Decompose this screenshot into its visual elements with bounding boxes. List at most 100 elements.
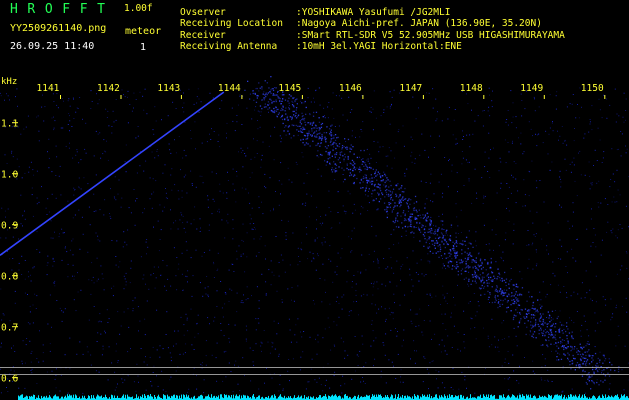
- noise-pixel: [430, 135, 432, 137]
- noise-pixel: [59, 390, 61, 392]
- noise-pixel: [72, 217, 74, 219]
- noise-pixel: [503, 320, 505, 322]
- noise-pixel: [608, 358, 610, 360]
- noise-pixel: [159, 345, 161, 347]
- noise-pixel: [104, 150, 106, 152]
- noise-pixel: [38, 140, 40, 142]
- noise-pixel: [0, 346, 2, 348]
- noise-pixel: [28, 166, 30, 168]
- noise-pixel: [194, 206, 196, 208]
- noise-pixel: [556, 359, 558, 361]
- baseline-bar: [22, 394, 23, 400]
- signal-echo-pixel: [415, 209, 417, 211]
- spectrogram-chart: kHz 1141 1142 1143 1144 1145 1146 1147 1148 1149…: [0, 75, 629, 400]
- noise-pixel: [42, 344, 44, 346]
- signal-echo-pixel: [363, 165, 365, 167]
- noise-pixel: [32, 267, 34, 269]
- signal-echo-pixel: [303, 144, 306, 146]
- noise-pixel: [127, 375, 129, 377]
- baseline-bar: [405, 395, 406, 400]
- noise-pixel: [528, 244, 530, 246]
- noise-pixel: [413, 236, 415, 238]
- signal-echo-pixel: [610, 369, 612, 371]
- noise-pixel: [375, 337, 377, 339]
- noise-pixel: [190, 170, 192, 172]
- baseline-bar: [507, 395, 508, 400]
- signal-echo-pixel: [362, 187, 364, 189]
- signal-echo-pixel: [344, 156, 346, 158]
- noise-pixel: [378, 151, 380, 153]
- noise-pixel: [607, 221, 609, 223]
- signal-echo-pixel: [410, 221, 412, 223]
- signal-echo-pixel: [518, 304, 520, 306]
- noise-pixel: [406, 168, 408, 170]
- noise-pixel: [614, 181, 616, 183]
- noise-pixel: [593, 228, 595, 229]
- noise-pixel: [334, 345, 336, 347]
- noise-pixel: [219, 108, 221, 110]
- signal-echo-pixel: [516, 311, 519, 314]
- signal-echo-pixel: [473, 260, 475, 262]
- noise-pixel: [371, 225, 373, 227]
- noise-pixel: [348, 315, 350, 316]
- noise-pixel: [164, 164, 166, 166]
- noise-pixel: [117, 311, 119, 313]
- noise-pixel: [292, 102, 294, 103]
- signal-echo-pixel: [544, 322, 546, 324]
- noise-pixel: [127, 122, 129, 124]
- noise-pixel: [0, 92, 1, 94]
- signal-echo-pixel: [434, 242, 436, 244]
- noise-pixel: [123, 231, 125, 233]
- noise-pixel: [151, 193, 153, 195]
- signal-echo-pixel: [331, 171, 334, 173]
- signal-echo-pixel: [349, 151, 351, 153]
- baseline-bar: [27, 396, 28, 400]
- signal-echo-pixel: [334, 153, 336, 155]
- noise-pixel: [93, 211, 95, 212]
- noise-pixel: [481, 177, 483, 179]
- noise-pixel: [306, 233, 308, 235]
- noise-pixel: [501, 365, 503, 367]
- signal-echo-pixel: [431, 229, 433, 231]
- signal-echo-pixel: [346, 147, 349, 149]
- noise-pixel: [136, 363, 138, 365]
- baseline-bar: [243, 394, 244, 400]
- noise-pixel: [261, 201, 262, 203]
- noise-pixel: [152, 372, 154, 373]
- noise-pixel: [504, 362, 506, 363]
- signal-echo-pixel: [586, 383, 588, 385]
- noise-pixel: [532, 222, 534, 224]
- baseline-bar: [214, 395, 215, 400]
- noise-pixel: [261, 350, 262, 352]
- noise-pixel: [555, 350, 557, 352]
- noise-pixel: [268, 145, 270, 147]
- signal-echo-pixel: [287, 126, 290, 128]
- noise-pixel: [527, 267, 529, 269]
- signal-echo-pixel: [315, 111, 318, 113]
- noise-pixel: [376, 312, 378, 314]
- noise-pixel: [107, 322, 109, 323]
- noise-pixel: [127, 90, 129, 92]
- baseline-bar: [555, 394, 556, 400]
- noise-pixel: [32, 215, 34, 217]
- baseline-bar: [621, 394, 622, 400]
- signal-echo-pixel: [367, 160, 369, 162]
- signal-echo-pixel: [318, 121, 321, 123]
- signal-echo-pixel: [461, 253, 463, 255]
- noise-pixel: [119, 333, 121, 335]
- signal-echo-pixel: [583, 357, 586, 359]
- noise-pixel: [452, 388, 454, 390]
- signal-echo-pixel: [557, 347, 560, 349]
- noise-pixel: [516, 380, 518, 382]
- noise-pixel: [303, 102, 305, 104]
- noise-pixel: [212, 198, 214, 200]
- noise-pixel: [11, 347, 12, 349]
- noise-pixel: [21, 177, 23, 179]
- signal-echo-pixel: [400, 187, 402, 189]
- noise-pixel: [601, 239, 603, 241]
- noise-pixel: [535, 180, 537, 182]
- signal-echo-pixel: [494, 294, 497, 297]
- baseline-bar: [68, 396, 69, 400]
- noise-pixel: [318, 156, 320, 158]
- noise-pixel: [28, 271, 29, 273]
